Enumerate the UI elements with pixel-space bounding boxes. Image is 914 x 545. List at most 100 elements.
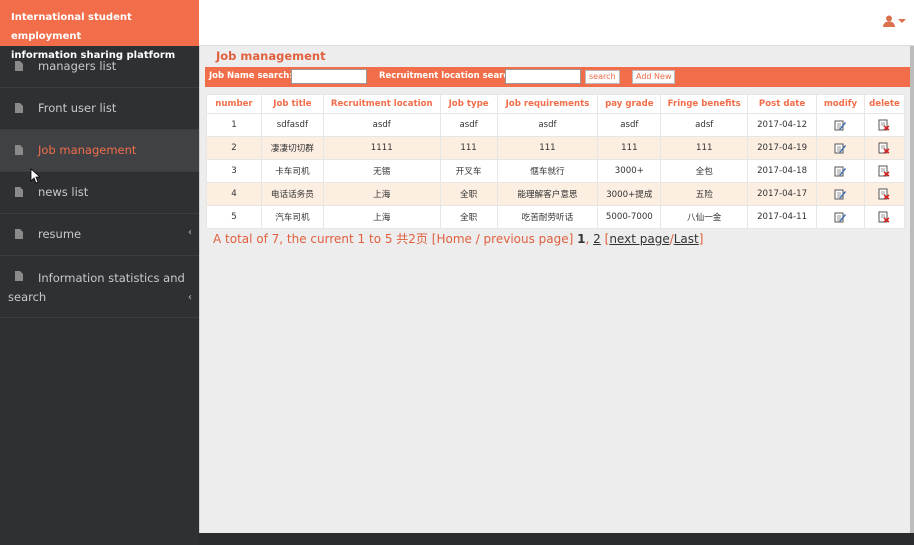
- table-cell: asdf: [322, 113, 441, 137]
- sidebar-item-label: Information statistics and search: [8, 271, 185, 304]
- edit-icon[interactable]: [834, 188, 847, 200]
- sidebar-item-front-user-list[interactable]: Front user list: [0, 88, 199, 130]
- pagination-summary: A total of 7, the current 1 to 5 共2页: [213, 232, 428, 246]
- table-cell: 1: [206, 113, 262, 137]
- table-cell: 2017-04-17: [747, 182, 817, 206]
- document-icon: [15, 229, 23, 239]
- last-page-link[interactable]: Last: [674, 232, 699, 246]
- sidebar-item-information-statistics[interactable]: Information statistics and search ‹: [0, 256, 199, 318]
- document-icon: [15, 145, 23, 155]
- column-header: Job title: [260, 94, 324, 114]
- delete-cell: [863, 136, 906, 160]
- chevron-down-icon[interactable]: [898, 19, 906, 23]
- location-search-input[interactable]: [505, 69, 581, 84]
- table-row: 3 卡车司机 无锡 开叉车 惬车就行 3000+ 全包 2017-04-18: [206, 159, 906, 183]
- modify-cell: [816, 182, 865, 206]
- column-header: Recruitment location: [322, 94, 441, 114]
- table-cell: 五险: [660, 182, 749, 206]
- column-header: pay grade: [597, 94, 662, 114]
- table-cell: 4: [206, 182, 262, 206]
- table-cell: 111: [439, 136, 498, 160]
- document-icon: [15, 61, 23, 71]
- table-cell: 上海: [322, 182, 441, 206]
- delete-cell: [863, 113, 906, 137]
- delete-icon[interactable]: [878, 211, 890, 223]
- table-row: 5 汽车司机 上海 全职 吃苦耐劳听话 5000-7000 八仙一金 2017-…: [206, 205, 906, 229]
- table-cell: 3: [206, 159, 262, 183]
- add-new-button[interactable]: Add New: [632, 70, 676, 84]
- table-cell: 3000+: [597, 159, 662, 183]
- current-page: 1: [577, 232, 586, 246]
- table-cell: 凄凄切切群: [260, 136, 324, 160]
- edit-icon[interactable]: [834, 211, 847, 223]
- next-page-link[interactable]: next page: [609, 232, 669, 246]
- search-button[interactable]: search: [585, 70, 620, 84]
- document-icon: [15, 103, 23, 113]
- table-cell: 吃苦耐劳听话: [496, 205, 599, 229]
- table-cell: 开叉车: [439, 159, 498, 183]
- brand-header: International student employment informa…: [0, 0, 199, 61]
- table-cell: 2: [206, 136, 262, 160]
- sidebar-item-managers-list[interactable]: managers list: [0, 46, 199, 88]
- brand-line-1: International student employment: [11, 12, 132, 42]
- table-cell: adsf: [660, 113, 749, 137]
- table-cell: 八仙一金: [660, 205, 749, 229]
- table-cell: 全职: [439, 182, 498, 206]
- user-icon[interactable]: [883, 15, 895, 27]
- job-table: number Job title Recruitment location Jo…: [206, 94, 906, 229]
- table-cell: 惬车就行: [496, 159, 599, 183]
- table-cell: sdfasdf: [260, 113, 324, 137]
- table-cell: 5: [206, 205, 262, 229]
- table-cell: asdf: [439, 113, 498, 137]
- table-cell: 2017-04-19: [747, 136, 817, 160]
- delete-icon[interactable]: [878, 142, 890, 154]
- column-header: Post date: [747, 94, 817, 114]
- delete-cell: [863, 182, 906, 206]
- table-cell: 1111: [322, 136, 441, 160]
- table-cell: 5000-7000: [597, 205, 662, 229]
- mouse-cursor-icon: [30, 168, 40, 184]
- table-cell: 2017-04-18: [747, 159, 817, 183]
- top-bar: [199, 0, 914, 46]
- table-cell: 全包: [660, 159, 749, 183]
- search-bar: Job Name search: Recruitment location se…: [205, 67, 911, 87]
- column-header: Fringe benefits: [660, 94, 749, 114]
- table-cell: 电话话务员: [260, 182, 324, 206]
- home-previous-link[interactable]: [Home / previous page]: [432, 232, 574, 246]
- edit-icon[interactable]: [834, 142, 847, 154]
- table-cell: 上海: [322, 205, 441, 229]
- delete-icon[interactable]: [878, 188, 890, 200]
- scrollbar[interactable]: [910, 46, 914, 533]
- table-cell: 汽车司机: [260, 205, 324, 229]
- main-content: Job management Job Name search: Recruitm…: [199, 46, 914, 533]
- modify-cell: [816, 136, 865, 160]
- delete-cell: [863, 159, 906, 183]
- column-header: Job requirements: [496, 94, 599, 114]
- page-title: Job management: [216, 49, 326, 63]
- table-cell: 全职: [439, 205, 498, 229]
- page-2-link[interactable]: 2: [593, 232, 601, 246]
- edit-icon[interactable]: [834, 119, 847, 131]
- sidebar-item-label: resume: [38, 227, 82, 241]
- column-header: modify: [816, 94, 865, 114]
- sidebar: International student employment informa…: [0, 0, 199, 545]
- bracket-close: ]: [698, 232, 704, 246]
- sidebar-item-job-management[interactable]: Job management: [0, 130, 199, 172]
- table-cell: 111: [597, 136, 662, 160]
- column-header: number: [206, 94, 262, 114]
- table-cell: 能理解客户意思: [496, 182, 599, 206]
- pagination: A total of 7, the current 1 to 5 共2页 [Ho…: [213, 230, 703, 247]
- delete-cell: [863, 205, 906, 229]
- location-search-label: Recruitment location search:: [379, 71, 518, 81]
- document-icon: [15, 187, 23, 197]
- delete-icon[interactable]: [878, 165, 890, 177]
- table-cell: 无锡: [322, 159, 441, 183]
- column-header: Job type: [439, 94, 498, 114]
- sidebar-item-label: managers list: [38, 59, 117, 73]
- delete-icon[interactable]: [878, 119, 890, 131]
- edit-icon[interactable]: [834, 165, 847, 177]
- table-cell: asdf: [597, 113, 662, 137]
- table-cell: 2017-04-12: [747, 113, 817, 137]
- sidebar-item-resume[interactable]: resume ‹: [0, 214, 199, 256]
- job-name-search-input[interactable]: [291, 69, 367, 84]
